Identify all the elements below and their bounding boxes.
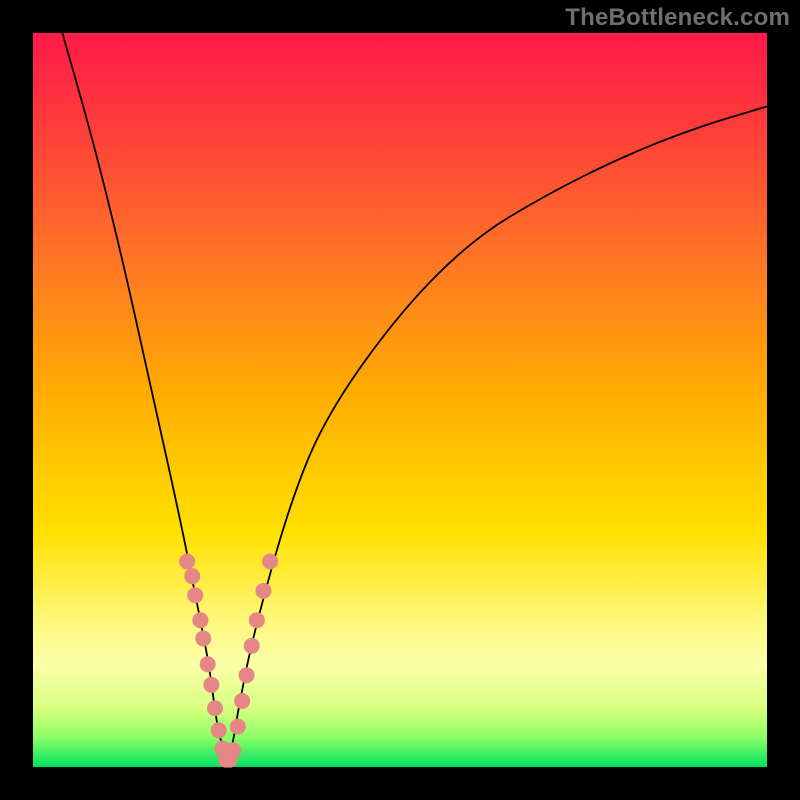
data-point (203, 677, 219, 693)
data-point (211, 722, 227, 738)
data-point (192, 612, 208, 628)
data-point (200, 656, 216, 672)
curve-layer (33, 33, 767, 767)
data-point (249, 612, 265, 628)
chart-frame: TheBottleneck.com (0, 0, 800, 800)
data-point (225, 742, 241, 758)
data-point (244, 638, 260, 654)
data-point (184, 568, 200, 584)
data-point (239, 667, 255, 683)
plot-area (33, 33, 767, 767)
data-point (179, 553, 195, 569)
data-point (207, 700, 223, 716)
data-point (187, 587, 203, 603)
data-point (234, 693, 250, 709)
bottleneck-curve (62, 33, 767, 761)
watermark-label: TheBottleneck.com (565, 4, 790, 32)
data-point (195, 631, 211, 647)
data-point (255, 583, 271, 599)
data-point (230, 719, 246, 735)
data-point (262, 553, 278, 569)
